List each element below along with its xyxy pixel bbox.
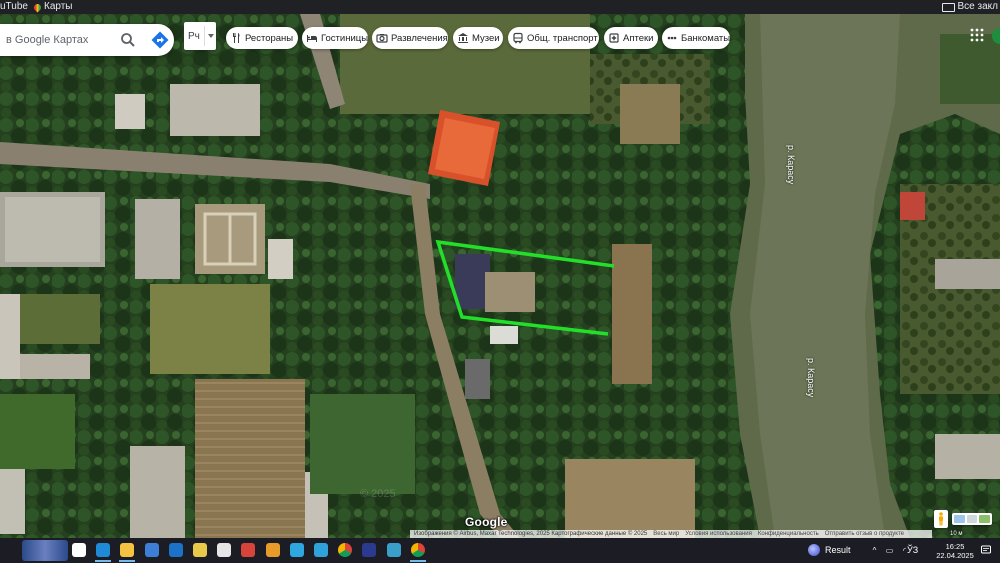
blue-app-taskbar-icon[interactable] [314,543,328,557]
search-box[interactable] [0,24,174,56]
chip-label: Банкоматы [681,32,731,44]
chip-label: Общ. транспорт [527,32,598,44]
chevron-up-icon[interactable]: ^ [870,546,879,555]
bookmarks-bar: uTube Карты Все закл [0,0,1000,14]
chrome-taskbar-icon[interactable] [338,543,353,557]
windows-taskbar: Result ^ ▭ ◜ ЎЗ 16:25 22.04.2025 [0,538,1000,563]
satellite-map[interactable]: © 2025 Рч Рестораны Гостиницы Развлечени… [0,14,1000,538]
river-label: р. Карасу [786,145,796,185]
imagery-watermark: © 2025 [360,488,396,500]
map-scale[interactable]: 10 м [950,530,1000,538]
privacy-link[interactable]: Конфиденциальность [758,530,819,538]
edge-taskbar-icon[interactable] [96,543,111,557]
red-app-taskbar-icon[interactable] [241,543,256,557]
divider [204,26,205,46]
chip-museums[interactable]: Музеи [453,27,503,49]
layers-switcher[interactable] [952,513,992,525]
chip-label: Аптеки [623,32,654,44]
all-bookmarks[interactable]: Все закл [941,0,1000,14]
system-tray: ^ ▭ ◜ [870,538,909,563]
chip-restaurants[interactable]: Рестораны [226,27,298,49]
chip-transit[interactable]: Общ. транспорт [508,27,599,49]
language-selector[interactable]: Рч [184,22,216,50]
bookmark-maps[interactable]: Карты [32,0,73,14]
bookmark-youtube-label: uTube [0,1,28,12]
file-explorer-taskbar-icon[interactable] [120,543,135,557]
pegman-icon [939,512,943,526]
active-app-indicator [119,560,136,562]
input-language[interactable]: ЎЗ [907,538,918,563]
outlook-taskbar-icon[interactable] [168,543,183,557]
feedback-link[interactable]: Отправить отзыв о продукте [825,530,904,538]
bookmark-maps-label: Карты [44,1,73,12]
imagery-credit: Изображения © Airbus, Maxar Technologies… [414,531,648,537]
terms-link[interactable]: Условия использования [685,530,752,538]
search-input[interactable] [4,33,118,47]
chip-hotels[interactable]: Гостиницы [302,27,368,49]
globe-app-taskbar-icon[interactable] [386,543,401,557]
satellite-imagery [0,14,1000,538]
folder-icon [941,2,955,12]
directions-icon[interactable] [150,30,170,50]
all-map-link[interactable]: Весь мир [653,530,679,538]
maps-pin-icon [32,2,43,12]
bus-icon [513,32,523,44]
telegram-taskbar-icon[interactable] [289,543,304,557]
task-view-taskbar-icon[interactable] [72,543,86,557]
river-label: р. Карасу [806,358,816,398]
map-attribution: Изображения © Airbus, Maxar Technologies… [410,530,932,538]
chevron-down-icon [208,34,214,38]
pharmacy-icon [609,33,619,43]
start-button[interactable] [22,540,68,561]
chip-label: Музеи [472,32,500,44]
result-label[interactable]: Result [825,538,851,563]
museum-icon [458,33,468,43]
chip-label: Гостиницы [321,32,369,44]
photoshop-taskbar-icon[interactable] [362,543,377,557]
wand-app-taskbar-icon[interactable] [193,543,207,557]
notepad-taskbar-icon[interactable] [217,543,232,557]
all-bookmarks-label: Все закл [957,1,998,12]
language-label: Рч [188,30,200,42]
clock-time: 16:25 [945,542,965,551]
chip-atms[interactable]: Банкоматы [662,27,730,49]
atm-icon [667,36,677,40]
notification-icon[interactable] [980,544,992,556]
store-taskbar-icon[interactable] [144,543,159,557]
layer-thumb[interactable] [979,515,991,523]
search-icon[interactable] [120,32,136,48]
camera-icon [376,34,388,43]
layer-thumb[interactable] [966,515,978,523]
layer-thumb[interactable] [954,515,965,523]
google-logo: Google [465,515,508,529]
bookmark-youtube[interactable]: uTube [0,0,28,14]
paint-app-taskbar-icon[interactable] [265,543,280,557]
clock[interactable]: 16:25 22.04.2025 [935,542,975,560]
street-view-pegman[interactable] [934,510,948,528]
chrome-active-taskbar-icon[interactable] [410,543,425,557]
chip-pharmacies[interactable]: Аптеки [604,27,658,49]
chip-entertainment[interactable]: Развлечения [372,27,448,49]
clock-date: 22.04.2025 [936,551,974,560]
active-app-indicator [409,560,426,562]
chip-label: Развлечения [391,32,448,44]
chip-label: Рестораны [245,32,294,44]
fork-knife-icon [233,33,240,43]
scale-label: 10 м [950,531,963,537]
google-apps-icon[interactable] [970,28,984,42]
bed-icon [307,35,317,42]
result-icon [808,544,820,556]
active-app-indicator [95,560,112,562]
monitor-icon[interactable]: ▭ [885,546,894,555]
